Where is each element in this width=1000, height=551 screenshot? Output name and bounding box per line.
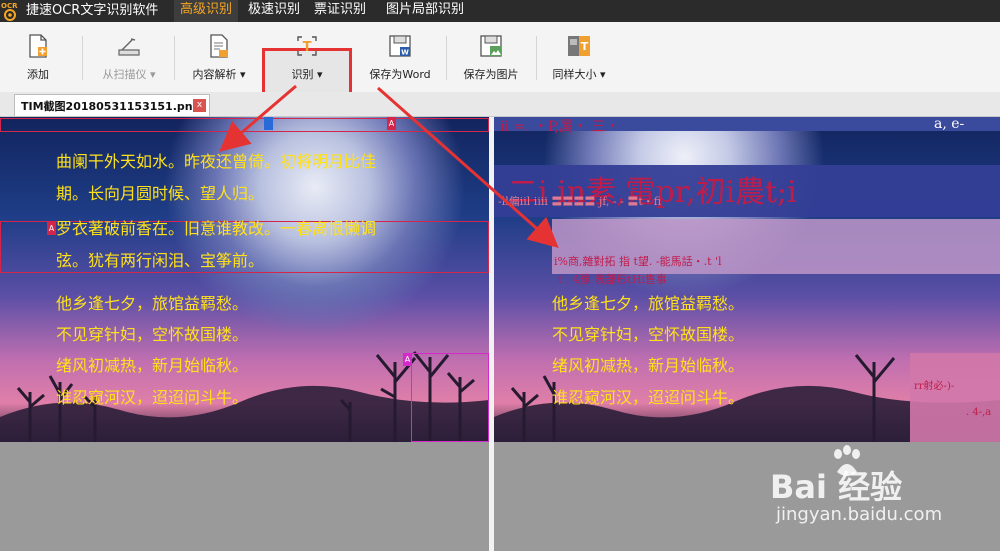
document-tab-bar: TIM截图20180531153151.png x bbox=[0, 92, 1000, 117]
scanner-dropdown-icon: ▾ bbox=[149, 68, 156, 81]
document-parse-icon bbox=[210, 34, 228, 58]
save-image-icon bbox=[480, 35, 502, 57]
source-pane-empty-area bbox=[0, 442, 489, 551]
poem-line: 不见穿针妇，空怀故国楼。 bbox=[552, 325, 745, 344]
same-size-label: 同样大小 bbox=[552, 68, 597, 81]
ocr-text-line: a, e- bbox=[934, 117, 965, 132]
poem-line: 弦。犹有两行闲泪、宝筝前。 bbox=[56, 251, 265, 270]
app-title: 捷速OCR文字识别软件 bbox=[26, 3, 159, 18]
same-size-icon: T bbox=[568, 36, 590, 56]
tab-document-ocr[interactable]: 票证识别 bbox=[308, 0, 372, 22]
poem-line: 期。长向月圆时候、望人归。 bbox=[56, 184, 265, 203]
text-recognize-icon: T bbox=[297, 36, 317, 56]
recognize-label: 识别 bbox=[291, 68, 314, 81]
poem-line: 绪风初减热，新月始临秋。 bbox=[552, 356, 745, 375]
close-icon[interactable]: x bbox=[193, 99, 206, 112]
ocr-text-line: . 4-,a bbox=[966, 407, 992, 418]
toolbar-separator bbox=[446, 36, 447, 80]
document-tab[interactable]: TIM截图20180531153151.png x bbox=[14, 94, 210, 116]
content-parse-label: 内容解析 bbox=[192, 68, 237, 81]
add-label: 添加 bbox=[27, 68, 49, 81]
svg-text:W: W bbox=[401, 49, 409, 57]
region-marker[interactable]: A bbox=[387, 117, 396, 130]
poem-line: 他乡逢七夕，旅馆益羁愁。 bbox=[56, 294, 249, 313]
save-word-label: 保存为Word bbox=[369, 68, 431, 81]
logo-text: OCR bbox=[1, 2, 18, 10]
toolbar-separator bbox=[174, 36, 175, 80]
ocr-text-line: ii =. ・P,属・ 三・ bbox=[500, 119, 620, 135]
app-logo-icon: OCR bbox=[0, 0, 20, 22]
region-box[interactable] bbox=[411, 353, 489, 442]
ocr-text-line: rr射必-)- bbox=[914, 381, 955, 392]
tab-partial-image-ocr[interactable]: 图片局部识别 bbox=[380, 0, 470, 22]
content-parse-button[interactable]: 内容解析 ▾ bbox=[186, 30, 252, 86]
poem-line: 不见穿针妇，空怀故国楼。 bbox=[56, 325, 249, 344]
poem-line: 他乡逢七夕，旅馆益羁愁。 bbox=[552, 294, 745, 313]
ocr-text-line: t . 4豫 表部形tHi售事 bbox=[558, 273, 667, 286]
same-size-dropdown-icon: ▾ bbox=[599, 68, 606, 81]
tab-advanced-ocr[interactable]: 高级识别 bbox=[174, 0, 239, 22]
poem-line: 绪风初减热，新月始临秋。 bbox=[56, 356, 249, 375]
save-image-label: 保存为图片 bbox=[463, 68, 519, 81]
region-marker[interactable]: A bbox=[47, 222, 56, 235]
region-box[interactable] bbox=[0, 118, 489, 132]
toolbar-separator bbox=[536, 36, 537, 80]
region-marker-icon[interactable] bbox=[264, 117, 273, 130]
svg-text:T: T bbox=[303, 40, 312, 55]
svg-text:T: T bbox=[581, 40, 589, 53]
poem-line: 谁忍窥河汉，迢迢问斗牛。 bbox=[552, 388, 745, 407]
baidu-watermark: Bai 经验 jingyan.baidu.com bbox=[770, 442, 1000, 551]
content-parse-dropdown-icon: ▾ bbox=[239, 68, 246, 81]
add-file-icon bbox=[29, 34, 47, 58]
recognize-dropdown-icon: ▾ bbox=[316, 68, 323, 81]
ocr-result-pane[interactable]: ii =. ・P,属・ 三・ a, e- 二i in素,電pr,初i農t;i -… bbox=[494, 117, 1000, 442]
toolbar-separator bbox=[82, 36, 83, 80]
scanner-label: 从扫描仪 bbox=[102, 68, 147, 81]
scanner-button[interactable]: 从扫描仪 ▾ bbox=[96, 30, 162, 86]
watermark-brand: Bai 经验 bbox=[770, 468, 903, 506]
save-word-icon: W bbox=[389, 35, 411, 57]
save-word-button[interactable]: W 保存为Word bbox=[364, 30, 436, 86]
poem-line: 谁忍窥河汉，迢迢问斗牛。 bbox=[56, 388, 249, 407]
same-size-button[interactable]: T 同样大小 ▾ bbox=[546, 30, 612, 86]
ocr-text-line: i%商,雜對拓 指 t望. -能馬話・.t 'l bbox=[554, 255, 722, 268]
document-tab-filename: TIM截图20180531153151.png bbox=[21, 100, 201, 113]
tab-fast-ocr[interactable]: 极速识别 bbox=[242, 0, 306, 22]
region-marker[interactable]: A bbox=[403, 353, 412, 366]
ocr-result-band bbox=[910, 353, 1000, 442]
save-image-button[interactable]: 保存为图片 bbox=[458, 30, 524, 86]
source-image-pane[interactable]: A A A 曲阑干外天如水。昨夜还曾倚。初将明月比佳 期。长向月圆时候、望人归。… bbox=[0, 117, 489, 442]
recognize-button[interactable]: T 识别 ▾ bbox=[272, 30, 342, 86]
scanner-icon bbox=[118, 38, 140, 56]
watermark-url: jingyan.baidu.com bbox=[776, 504, 943, 525]
title-bar: OCR 捷速OCR文字识别软件 高级识别 极速识别 票证识别 图片局部识别 bbox=[0, 0, 1000, 22]
ocr-text-line: -ll偏iil iiii 〓〓〓〓 jf, - - 〓t・fi bbox=[498, 195, 662, 208]
poem-line: 罗衣著破前香在。旧意谁教改。一春离恨懒调 bbox=[56, 219, 377, 238]
add-button[interactable]: 添加 bbox=[12, 30, 64, 86]
poem-line: 曲阑干外天如水。昨夜还曾倚。初将明月比佳 bbox=[56, 152, 377, 171]
toolbar: 添加 从扫描仪 ▾ 内容解析 ▾ T 识别 ▾ W 保存为Word 保存为图片 … bbox=[0, 22, 1000, 112]
